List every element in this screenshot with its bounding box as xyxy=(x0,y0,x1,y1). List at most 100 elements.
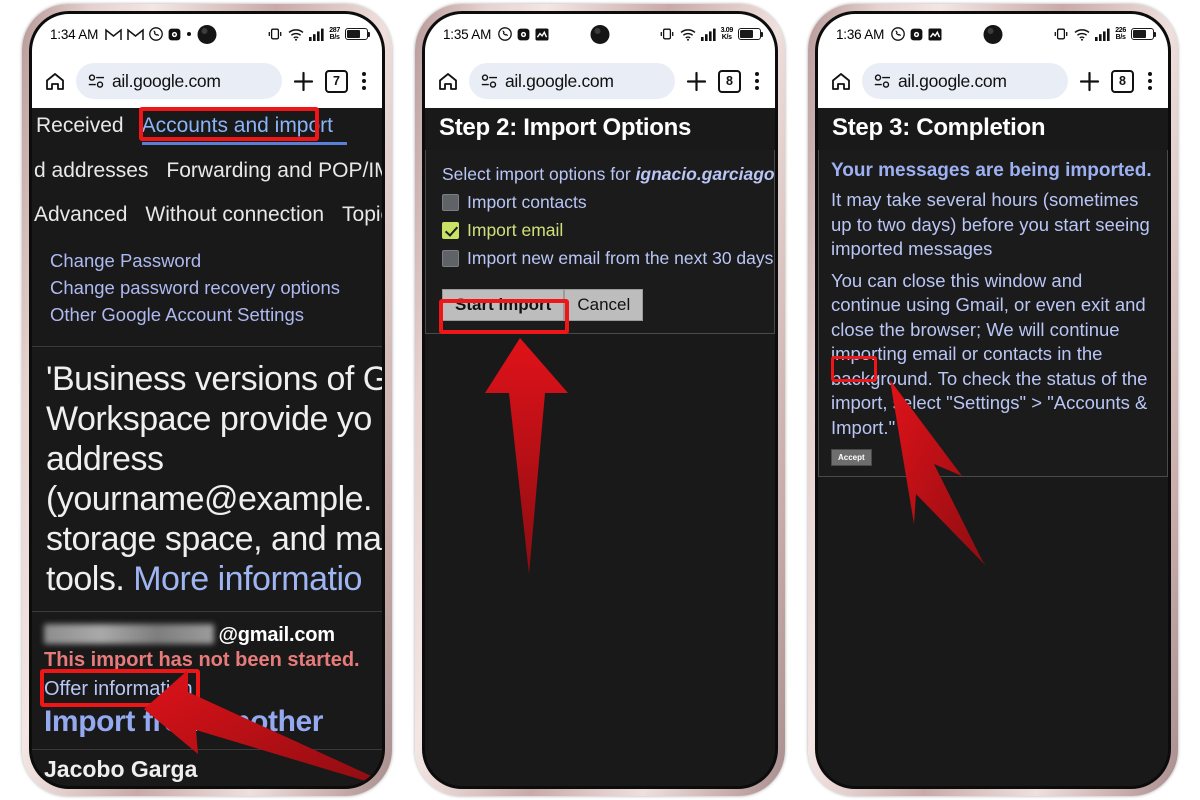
tab-count-button[interactable]: 8 xyxy=(1111,69,1134,93)
page-content-3: Step 3: Completion Your messages are bei… xyxy=(818,108,1168,786)
app-icon xyxy=(168,28,181,41)
promo-line: 'Business versions of G xyxy=(46,360,382,398)
vibrate-icon xyxy=(1053,27,1069,41)
whatsapp-icon xyxy=(891,27,905,41)
address-bar-1[interactable]: ail.google.com xyxy=(76,63,282,99)
phone-3-bezel: 1:36 AM 226 B/s ail.google.com 8 Step 3:… xyxy=(815,11,1171,789)
home-icon[interactable] xyxy=(830,70,852,92)
link-more-information[interactable]: More informatio xyxy=(133,560,362,598)
checkbox-import-contacts[interactable] xyxy=(442,194,459,211)
completion-dialog: Your messages are being imported. It may… xyxy=(818,150,1168,477)
site-settings-icon xyxy=(481,73,498,89)
start-import-button[interactable]: Start import xyxy=(442,289,565,321)
home-icon[interactable] xyxy=(44,70,66,92)
network-speed-value: 226 xyxy=(1115,26,1126,34)
address-bar-url: ail.google.com xyxy=(112,70,221,91)
tab-topic[interactable]: Topic xyxy=(342,203,382,227)
footer-account-name: Jacobo Garga xyxy=(44,756,198,782)
promo-line: Workspace provide yo xyxy=(46,400,372,438)
signal-icon xyxy=(1095,28,1110,41)
option-label: Import contacts xyxy=(467,192,587,212)
plus-icon[interactable] xyxy=(685,70,708,93)
camera-hole xyxy=(590,25,610,44)
completion-paragraph-1: It may take several hours (sometimes up … xyxy=(831,189,1150,259)
address-bar-2[interactable]: ail.google.com xyxy=(469,63,675,99)
whatsapp-icon xyxy=(149,27,163,41)
phone-1-screen: 1:34 AM 287 B/s ail.google.com 7 Receive… xyxy=(32,14,382,786)
address-bar-url: ail.google.com xyxy=(898,70,1007,91)
screenshot-stage: 1:34 AM 287 B/s ail.google.com 7 Receive… xyxy=(0,0,1200,800)
camera-hole xyxy=(983,25,1003,44)
checkbox-import-email[interactable] xyxy=(442,222,459,239)
link-import-from-another[interactable]: Import from another xyxy=(44,705,382,739)
plus-icon[interactable] xyxy=(292,70,315,93)
app-icon xyxy=(910,28,923,41)
dialog-lead-account: ignacio.garciagonz xyxy=(635,164,775,184)
completion-heading: Your messages are being imported. xyxy=(831,160,1152,181)
gmail-icon xyxy=(127,27,144,41)
link-change-password[interactable]: Change Password xyxy=(50,247,382,274)
vibrate-icon xyxy=(659,27,675,41)
tab-received[interactable]: Received xyxy=(36,114,124,138)
kebab-menu-icon[interactable] xyxy=(751,70,763,92)
tab-accounts-and-import[interactable]: Accounts and import xyxy=(142,114,333,138)
status-bar-right-2: 3.09 K/s xyxy=(659,26,764,42)
phone-1: 1:34 AM 287 B/s ail.google.com 7 Receive… xyxy=(22,4,392,796)
tab-count-button[interactable]: 8 xyxy=(718,69,741,93)
wifi-icon xyxy=(1074,28,1090,41)
status-bar-left-1: 1:34 AM xyxy=(50,27,192,42)
signal-icon xyxy=(309,28,324,41)
link-change-password-recovery[interactable]: Change password recovery options xyxy=(50,274,382,301)
tab-forwarding-pop-imap[interactable]: Forwarding and POP/IMA xyxy=(166,159,382,183)
page-content-1: Received Accounts and import d addresses… xyxy=(32,108,382,786)
option-import-email[interactable]: Import email xyxy=(442,220,764,241)
import-account-row: @gmail.com This import has not been star… xyxy=(32,612,382,739)
checkbox-import-new-email[interactable] xyxy=(442,250,459,267)
kebab-menu-icon[interactable] xyxy=(358,70,370,92)
chart-app-icon xyxy=(535,28,549,41)
promo-line: (yourname@example. xyxy=(46,480,373,518)
promo-line: storage space, and ma xyxy=(46,520,382,558)
dot-icon xyxy=(186,31,192,37)
cancel-button[interactable]: Cancel xyxy=(564,289,644,321)
address-bar-3[interactable]: ail.google.com xyxy=(862,63,1068,99)
accept-button[interactable]: Accept xyxy=(831,449,872,466)
network-speed: 226 B/s xyxy=(1115,27,1126,42)
network-speed-value: 3.09 xyxy=(720,26,734,34)
vibrate-icon xyxy=(267,27,283,41)
home-icon[interactable] xyxy=(437,70,459,92)
workspace-promo-paragraph: 'Business versions of G Workspace provid… xyxy=(32,347,382,599)
tab-advanced[interactable]: Advanced xyxy=(34,203,127,227)
plus-icon[interactable] xyxy=(1078,70,1101,93)
status-bar-right-1: 287 B/s xyxy=(267,27,371,42)
kebab-menu-icon[interactable] xyxy=(1144,70,1156,92)
phone-3-screen: 1:36 AM 226 B/s ail.google.com 8 Step 3:… xyxy=(818,14,1168,786)
dialog-lead-text: Select import options for ignacio.garcia… xyxy=(442,164,775,185)
tab-count-button[interactable]: 7 xyxy=(325,69,348,93)
link-other-google-account-settings[interactable]: Other Google Account Settings xyxy=(50,301,382,328)
link-offer-information[interactable]: Offer information xyxy=(44,678,382,701)
phone-2: 1:35 AM 3.09 K/s ail.google.com 8 Step 2… xyxy=(415,4,785,796)
step-3-title: Step 3: Completion xyxy=(832,114,1046,141)
option-import-contacts[interactable]: Import contacts xyxy=(442,192,764,213)
settings-tabs-row-3: Advanced Without connection Topic xyxy=(32,187,382,231)
promo-line: address xyxy=(46,440,164,478)
browser-chrome-3: ail.google.com 8 xyxy=(818,54,1168,108)
status-bar-left-3: 1:36 AM xyxy=(836,27,942,42)
tab-without-connection[interactable]: Without connection xyxy=(145,203,324,227)
account-domain: @gmail.com xyxy=(218,624,335,646)
dialog-lead-prefix: Select import options for xyxy=(442,164,636,184)
address-bar-url: ail.google.com xyxy=(505,70,614,91)
app-icon xyxy=(517,28,530,41)
gmail-icon xyxy=(105,27,122,41)
page-content-2: Step 2: Import Options Select import opt… xyxy=(425,108,775,786)
masked-account-name xyxy=(44,624,214,644)
import-options-dialog: Select import options for ignacio.garcia… xyxy=(425,150,775,334)
camera-hole xyxy=(197,25,217,44)
option-import-new-email-30-days[interactable]: Import new email from the next 30 days xyxy=(442,248,773,269)
tab-addresses[interactable]: d addresses xyxy=(34,159,148,183)
status-bar-left-2: 1:35 AM xyxy=(443,27,549,42)
signal-icon xyxy=(700,28,716,41)
promo-line-text: tools. xyxy=(46,560,134,598)
battery-icon xyxy=(738,28,764,40)
